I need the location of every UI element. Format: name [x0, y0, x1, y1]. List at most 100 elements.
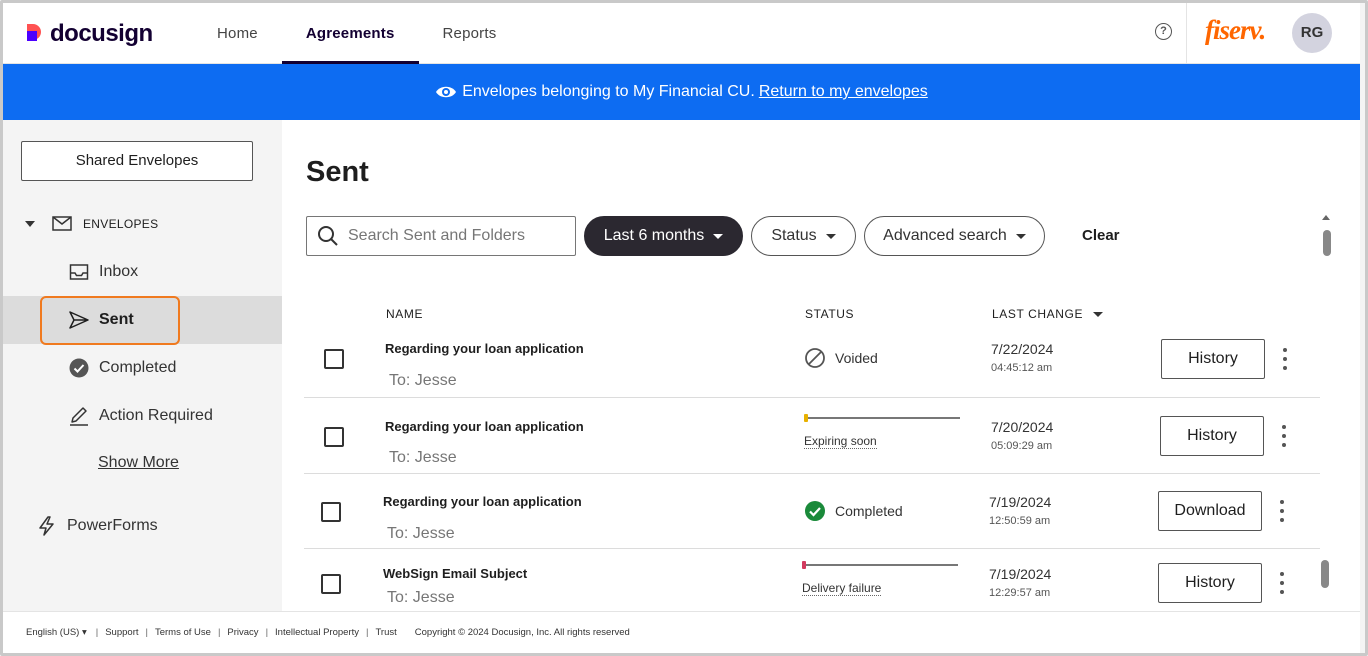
fiserv-brand-logo: fiserv.	[1205, 15, 1266, 45]
footer-link-trust[interactable]: Trust	[375, 627, 396, 638]
row-checkbox[interactable]	[324, 349, 344, 369]
nav-reports[interactable]: Reports	[419, 3, 521, 64]
chevron-down-icon	[713, 233, 724, 239]
last-change-date: 7/19/2024	[989, 566, 1052, 582]
download-button[interactable]: Download	[1158, 491, 1262, 531]
last-change-time: 12:50:59 am	[989, 515, 1051, 527]
status-text[interactable]: Delivery failure	[802, 581, 882, 596]
sidebar-item-powerforms[interactable]: PowerForms	[3, 506, 158, 546]
footer-link-privacy[interactable]: Privacy	[227, 627, 258, 638]
header-divider	[1186, 3, 1187, 64]
sidebar-item-completed[interactable]: Completed	[3, 344, 282, 392]
more-options-icon[interactable]	[1279, 500, 1285, 522]
chevron-down-icon	[1015, 233, 1026, 239]
pen-icon	[69, 406, 89, 426]
last-change-label: LAST CHANGE	[992, 307, 1084, 321]
chevron-down-icon	[825, 233, 836, 239]
last-change-time: 12:29:57 am	[989, 587, 1051, 599]
table-row[interactable]: Regarding your loan application To: Jess…	[304, 323, 1320, 398]
row-checkbox[interactable]	[324, 427, 344, 447]
voided-icon	[805, 348, 825, 368]
history-button[interactable]: History	[1158, 563, 1262, 603]
user-avatar[interactable]: RG	[1292, 13, 1332, 53]
date-range-filter[interactable]: Last 6 months	[584, 216, 743, 256]
docusign-logo-mark-icon	[27, 24, 45, 44]
envelope-recipient: To: Jesse	[389, 372, 457, 389]
row-checkbox[interactable]	[321, 502, 341, 522]
column-header-name[interactable]: NAME	[386, 307, 423, 321]
history-button[interactable]: History	[1161, 339, 1265, 379]
main-nav: Home Agreements Reports	[193, 3, 520, 64]
caret-down-icon	[25, 220, 35, 227]
envelope-subject[interactable]: Regarding your loan application	[383, 494, 582, 509]
banner-text: Envelopes belonging to My Financial CU.	[462, 83, 755, 100]
scroll-up-arrow-icon[interactable]	[1322, 215, 1330, 220]
sidebar-item-label: Action Required	[99, 407, 213, 424]
footer-link-intellectual-property[interactable]: Intellectual Property	[275, 627, 359, 638]
show-more-link[interactable]: Show More	[98, 454, 179, 472]
last-change-date: 7/19/2024	[989, 494, 1052, 510]
more-options-icon[interactable]	[1282, 348, 1288, 370]
lightning-icon	[37, 516, 57, 536]
envelope-subject[interactable]: Regarding your loan application	[385, 341, 584, 356]
eye-icon	[436, 86, 457, 98]
search-input[interactable]	[348, 227, 568, 245]
status-filter[interactable]: Status	[751, 216, 856, 256]
footer-link-support[interactable]: Support	[105, 627, 138, 638]
envelope-subject[interactable]: Regarding your loan application	[385, 419, 584, 434]
more-options-icon[interactable]	[1279, 572, 1285, 594]
status-text[interactable]: Expiring soon	[804, 434, 877, 449]
footer-link-terms[interactable]: Terms of Use	[155, 627, 211, 638]
envelope-recipient: To: Jesse	[387, 589, 455, 606]
history-button[interactable]: History	[1160, 416, 1264, 456]
inbox-icon	[69, 262, 89, 282]
status-progress-bar	[802, 561, 958, 569]
main-content: Sent Last 6 months Status Advanced searc…	[282, 120, 1360, 611]
powerforms-label: PowerForms	[67, 517, 158, 534]
table-row[interactable]: Regarding your loan application To: Jess…	[304, 474, 1320, 549]
docusign-logo[interactable]: docusign	[27, 20, 153, 48]
shared-envelopes-button[interactable]: Shared Envelopes	[21, 141, 253, 181]
nav-home[interactable]: Home	[193, 3, 282, 64]
envelopes-section-header[interactable]: ENVELOPES	[25, 216, 158, 231]
language-selector[interactable]: English (US) ▾	[26, 627, 87, 638]
status-text: Completed	[835, 503, 903, 519]
search-icon	[318, 226, 338, 246]
clear-filters-button[interactable]: Clear	[1082, 227, 1120, 244]
copyright-text: Copyright © 2024 Docusign, Inc. All righ…	[414, 627, 630, 638]
search-field[interactable]	[306, 216, 576, 256]
status-filter-label: Status	[771, 227, 817, 244]
return-to-my-envelopes-link[interactable]: Return to my envelopes	[759, 83, 928, 101]
scrollbar-thumb[interactable]	[1323, 230, 1331, 256]
column-header-last-change[interactable]: LAST CHANGE	[992, 307, 1104, 321]
footer: English (US) ▾ | Support | Terms of Use …	[3, 611, 1360, 653]
logo-text: docusign	[50, 20, 153, 47]
table-row[interactable]: WebSign Email Subject To: Jesse Delivery…	[304, 549, 1320, 611]
column-header-status[interactable]: STATUS	[805, 307, 854, 321]
table-row[interactable]: Regarding your loan application To: Jess…	[304, 399, 1320, 474]
sidebar-item-inbox[interactable]: Inbox	[3, 248, 282, 296]
scrollbar-thumb[interactable]	[1321, 560, 1329, 588]
envelope-recipient: To: Jesse	[389, 449, 457, 466]
envelopes-section-label: ENVELOPES	[83, 216, 159, 231]
language-label: English (US)	[26, 627, 80, 638]
last-change-date: 7/22/2024	[991, 341, 1054, 357]
advanced-search-label: Advanced search	[883, 227, 1007, 244]
sidebar-item-action-required[interactable]: Action Required	[3, 392, 282, 440]
last-change-time: 05:09:29 am	[991, 440, 1053, 452]
more-options-icon[interactable]	[1281, 425, 1287, 447]
nav-agreements[interactable]: Agreements	[281, 3, 419, 64]
envelope-recipient: To: Jesse	[387, 525, 455, 542]
advanced-search-filter[interactable]: Advanced search	[864, 216, 1045, 256]
envelope-subject[interactable]: WebSign Email Subject	[383, 566, 527, 581]
row-checkbox[interactable]	[321, 574, 341, 594]
sidebar-item-label: Completed	[99, 359, 177, 376]
envelope-icon	[52, 216, 72, 231]
date-range-label: Last 6 months	[603, 227, 705, 244]
help-icon[interactable]: ?	[1155, 23, 1172, 40]
sidebar-item-label: Inbox	[99, 263, 139, 280]
last-change-time: 04:45:12 am	[991, 362, 1053, 374]
page-title: Sent	[306, 156, 369, 188]
shared-envelopes-banner: Envelopes belonging to My Financial CU. …	[3, 64, 1360, 120]
failure-marker-icon	[802, 561, 806, 569]
